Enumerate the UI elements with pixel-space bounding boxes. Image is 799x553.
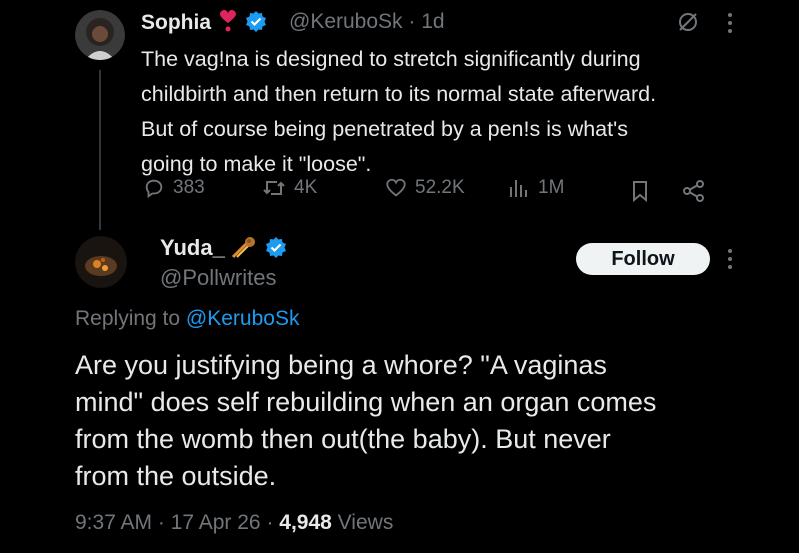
bookmark-icon[interactable] [631, 180, 649, 202]
reply-author-name[interactable]: Yuda_ [160, 235, 287, 261]
parent-more-options-icon[interactable] [726, 12, 734, 34]
meteor-icon [231, 237, 255, 259]
like-action[interactable]: 52.2K [385, 177, 465, 199]
reply-views-count: 4,948 [279, 511, 332, 534]
reply-tweet-text: Are you justifying being a whore? "A vag… [75, 347, 775, 495]
thread-connector-line [99, 70, 101, 230]
share-icon[interactable] [682, 180, 706, 202]
reply-avatar[interactable] [75, 236, 127, 288]
views-bar-chart-icon [510, 180, 527, 197]
parent-author-name-text: Sophia [141, 11, 212, 34]
heart-icon [386, 178, 406, 197]
verified-badge-icon [245, 11, 266, 32]
reply-count: 383 [173, 177, 205, 198]
reply-more-options-icon[interactable] [726, 248, 734, 270]
repost-icon [263, 181, 285, 195]
parent-avatar[interactable] [75, 10, 125, 60]
like-count: 52.2K [415, 177, 465, 198]
reply-text-line: mind" does self rebuilding when an organ… [75, 387, 657, 417]
reply-icon [145, 179, 163, 199]
timestamp[interactable]: 9:37 AM · 17 Apr 26 · [75, 511, 279, 534]
reply-text-line: from the womb then out(the baby). But ne… [75, 424, 611, 454]
replying-to-line: Replying to @KeruboSk [75, 307, 299, 331]
tweet-meta: 9:37 AM · 17 Apr 26 · 4,948 Views [75, 511, 393, 535]
parent-time[interactable]: 1d [421, 10, 444, 33]
parent-text-line: childbirth and then return to its normal… [141, 82, 657, 106]
repost-action[interactable]: 4K [262, 177, 317, 199]
parent-text-line: The vag!na is designed to stretch signif… [141, 47, 641, 71]
heart-exclamation-icon [219, 10, 236, 32]
reply-text-line: from the outside. [75, 461, 277, 491]
parent-handle[interactable]: @KeruboSk [289, 10, 403, 33]
parent-tweet-text: The vag!na is designed to stretch signif… [141, 42, 741, 182]
grok-icon[interactable] [676, 10, 700, 34]
views-label: Views [331, 511, 394, 534]
replying-to-link[interactable]: @KeruboSk [186, 307, 300, 330]
parent-text-line: But of course being penetrated by a pen!… [141, 117, 628, 141]
replying-prefix: Replying to [75, 307, 186, 330]
reply-author-name-text: Yuda_ [160, 235, 225, 260]
reply-action[interactable]: 383 [143, 177, 205, 199]
views-count: 1M [538, 177, 565, 198]
parent-author-name[interactable]: Sophia [141, 10, 267, 35]
verified-badge-icon [266, 237, 287, 258]
reply-text-line: Are you justifying being a whore? "A vag… [75, 350, 607, 380]
reply-handle[interactable]: @Pollwrites [160, 265, 276, 291]
follow-button[interactable]: Follow [576, 243, 710, 275]
parent-handle-time: @KeruboSk · 1d [289, 10, 445, 33]
views-action[interactable]: 1M [508, 177, 564, 199]
repost-count: 4K [294, 177, 318, 198]
